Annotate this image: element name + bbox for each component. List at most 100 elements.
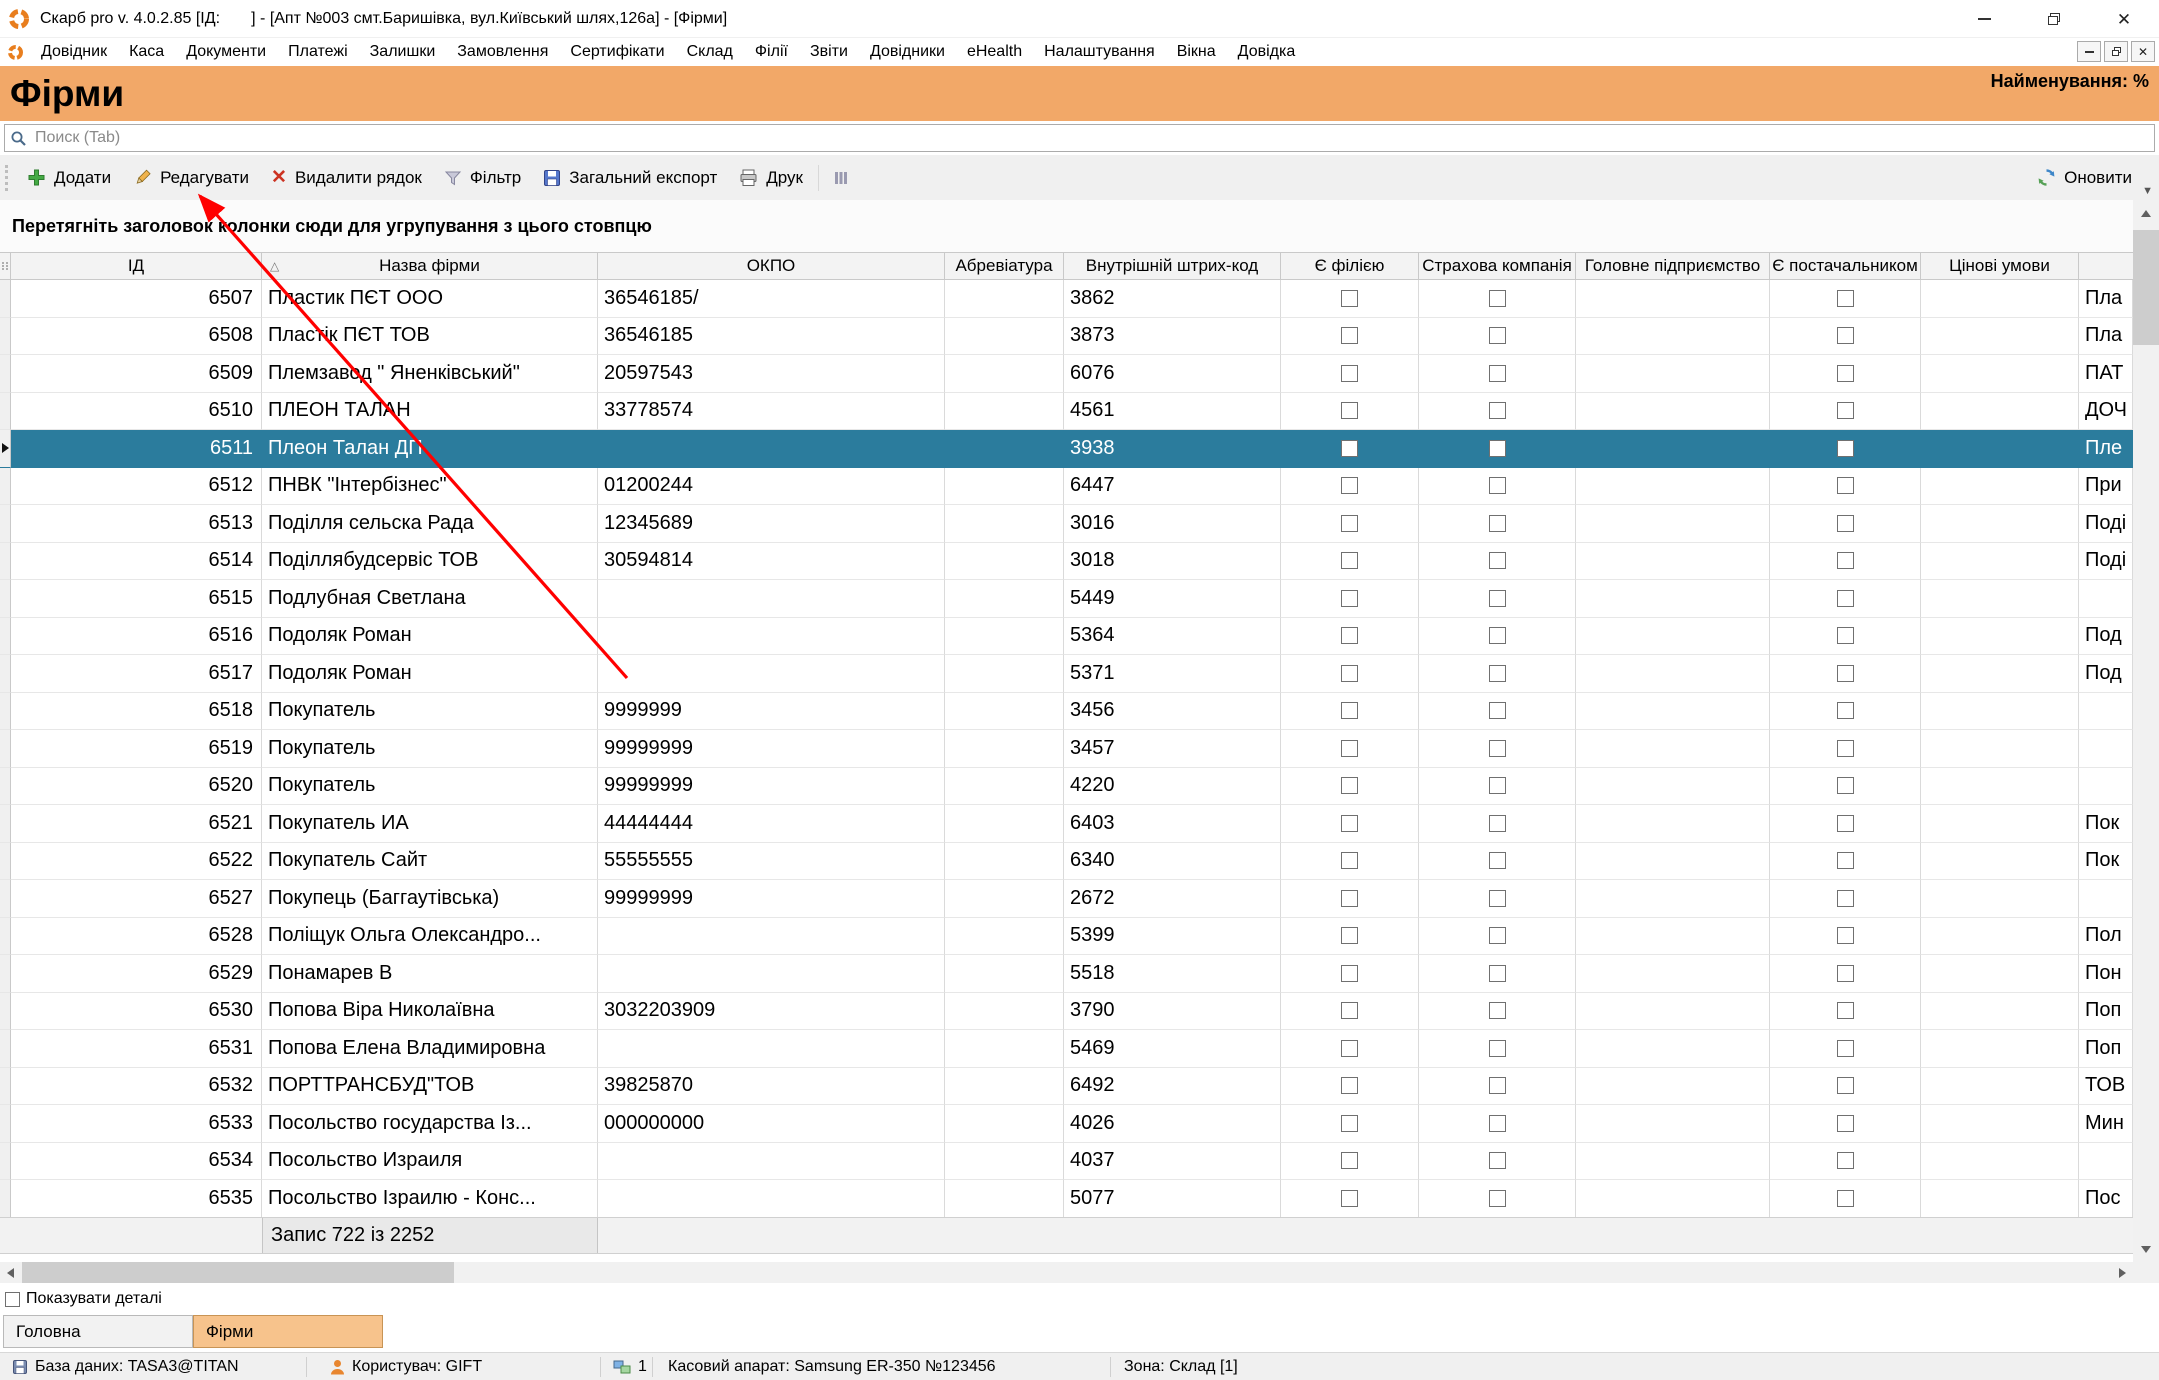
is-supplier-checkbox[interactable] [1837,402,1854,419]
column-header-main-company[interactable]: Головне підприємство [1576,252,1770,280]
is-branch-checkbox[interactable] [1341,365,1358,382]
column-header-abbreviation[interactable]: Абревіатура [945,252,1064,280]
insurance-checkbox[interactable] [1489,327,1506,344]
is-branch-checkbox[interactable] [1341,290,1358,307]
is-branch-checkbox[interactable] [1341,890,1358,907]
table-row[interactable]: 6513 Поділля сельска Рада 12345689 3016 … [0,505,2133,543]
menu-item-Залишки[interactable]: Залишки [359,43,447,61]
table-row[interactable]: 6521 Покупатель ИА 44444444 6403 Пок [0,805,2133,843]
menu-item-eHealth[interactable]: eHealth [956,43,1033,61]
insurance-checkbox[interactable] [1489,815,1506,832]
toolbar-overflow-chevron-icon[interactable]: ▼ [2142,185,2153,197]
insurance-checkbox[interactable] [1489,890,1506,907]
is-supplier-checkbox[interactable] [1837,515,1854,532]
menu-item-Вікна[interactable]: Вікна [1166,43,1227,61]
is-supplier-checkbox[interactable] [1837,290,1854,307]
show-details-checkbox[interactable] [5,1292,20,1307]
is-branch-checkbox[interactable] [1341,1077,1358,1094]
insurance-checkbox[interactable] [1489,777,1506,794]
table-row[interactable]: 6508 Пластік ПЄТ ТОВ 36546185 3873 Пла [0,318,2133,356]
menu-item-Документи[interactable]: Документи [175,43,277,61]
menu-item-Налаштування[interactable]: Налаштування [1033,43,1166,61]
table-row[interactable]: 6517 Подоляк Роман 5371 Под [0,655,2133,693]
table-row[interactable]: 6535 Посольство Ізраилю - Конс... 5077 П… [0,1180,2133,1218]
insurance-checkbox[interactable] [1489,965,1506,982]
is-branch-checkbox[interactable] [1341,627,1358,644]
insurance-checkbox[interactable] [1489,927,1506,944]
is-supplier-checkbox[interactable] [1837,1077,1854,1094]
menu-item-Звіти[interactable]: Звіти [799,43,859,61]
is-supplier-checkbox[interactable] [1837,1040,1854,1057]
mdi-restore-button[interactable] [2104,41,2128,62]
tab-Фірми[interactable]: Фірми [193,1315,383,1348]
table-row[interactable]: 6529 Понамарев В 5518 Пон [0,955,2133,993]
column-header-okpo[interactable]: ОКПО [598,252,945,280]
insurance-checkbox[interactable] [1489,1152,1506,1169]
table-row[interactable]: 6518 Покупатель 9999999 3456 [0,693,2133,731]
search-input[interactable]: Поиск (Tab) [4,124,2155,152]
table-row[interactable]: 6522 Покупатель Сайт 55555555 6340 Пок [0,843,2133,881]
scroll-up-button[interactable] [2133,200,2159,226]
insurance-checkbox[interactable] [1489,402,1506,419]
scroll-down-button[interactable] [2133,1236,2159,1262]
menu-item-Сертифікати[interactable]: Сертифікати [559,43,675,61]
is-supplier-checkbox[interactable] [1837,627,1854,644]
table-row[interactable]: 6515 Подлубная Светлана 5449 [0,580,2133,618]
insurance-checkbox[interactable] [1489,740,1506,757]
mdi-close-button[interactable]: ✕ [2131,41,2155,62]
insurance-checkbox[interactable] [1489,552,1506,569]
is-branch-checkbox[interactable] [1341,552,1358,569]
insurance-checkbox[interactable] [1489,665,1506,682]
table-row[interactable]: 6512 ПНВК "Інтербізнес" 01200244 6447 Пр… [0,468,2133,506]
minimize-button[interactable] [1949,0,2019,38]
is-branch-checkbox[interactable] [1341,665,1358,682]
menu-item-Філії[interactable]: Філії [744,43,799,61]
is-branch-checkbox[interactable] [1341,402,1358,419]
add-button[interactable]: Додати [16,155,122,200]
is-supplier-checkbox[interactable] [1837,740,1854,757]
table-row[interactable]: 6516 Подоляк Роман 5364 Под [0,618,2133,656]
is-supplier-checkbox[interactable] [1837,1152,1854,1169]
table-row[interactable]: 6520 Покупатель 99999999 4220 [0,768,2133,806]
insurance-checkbox[interactable] [1489,627,1506,644]
toolbar-grip[interactable] [5,165,8,191]
column-header-id[interactable]: ІД [11,252,262,280]
insurance-checkbox[interactable] [1489,1190,1506,1207]
is-branch-checkbox[interactable] [1341,515,1358,532]
is-branch-checkbox[interactable] [1341,440,1358,457]
column-header-is-supplier[interactable]: Є постачальником [1770,252,1921,280]
insurance-checkbox[interactable] [1489,702,1506,719]
column-chooser-button[interactable] [823,155,859,200]
table-row[interactable]: 6534 Посольство Израиля 4037 [0,1143,2133,1181]
close-button[interactable]: ✕ [2089,0,2159,38]
horizontal-scrollbar-thumb[interactable] [22,1262,454,1283]
is-branch-checkbox[interactable] [1341,777,1358,794]
is-branch-checkbox[interactable] [1341,815,1358,832]
is-branch-checkbox[interactable] [1341,702,1358,719]
insurance-checkbox[interactable] [1489,1002,1506,1019]
insurance-checkbox[interactable] [1489,477,1506,494]
is-branch-checkbox[interactable] [1341,1190,1358,1207]
table-row[interactable]: 6510 ПЛЕОН ТАЛАН 33778574 4561 ДОЧ [0,393,2133,431]
menu-item-Замовлення[interactable]: Замовлення [446,43,559,61]
is-supplier-checkbox[interactable] [1837,1190,1854,1207]
is-branch-checkbox[interactable] [1341,477,1358,494]
is-supplier-checkbox[interactable] [1837,927,1854,944]
table-row[interactable]: 6511 Плеон Талан ДП 3938 Пле [0,430,2133,468]
is-branch-checkbox[interactable] [1341,590,1358,607]
insurance-checkbox[interactable] [1489,1077,1506,1094]
is-branch-checkbox[interactable] [1341,327,1358,344]
is-branch-checkbox[interactable] [1341,1115,1358,1132]
horizontal-scrollbar[interactable] [0,1262,2133,1283]
is-supplier-checkbox[interactable] [1837,365,1854,382]
insurance-checkbox[interactable] [1489,515,1506,532]
table-row[interactable]: 6532 ПОРТТРАНСБУД"ТОВ 39825870 6492 ТОВ [0,1068,2133,1106]
is-supplier-checkbox[interactable] [1837,590,1854,607]
is-supplier-checkbox[interactable] [1837,327,1854,344]
menu-item-Каса[interactable]: Каса [118,43,175,61]
table-row[interactable]: 6527 Покупець (Баггаутівська) 99999999 2… [0,880,2133,918]
is-supplier-checkbox[interactable] [1837,1115,1854,1132]
table-row[interactable]: 6530 Попова Віра Николаївна 3032203909 3… [0,993,2133,1031]
print-button[interactable]: Друк [728,155,814,200]
is-branch-checkbox[interactable] [1341,1152,1358,1169]
